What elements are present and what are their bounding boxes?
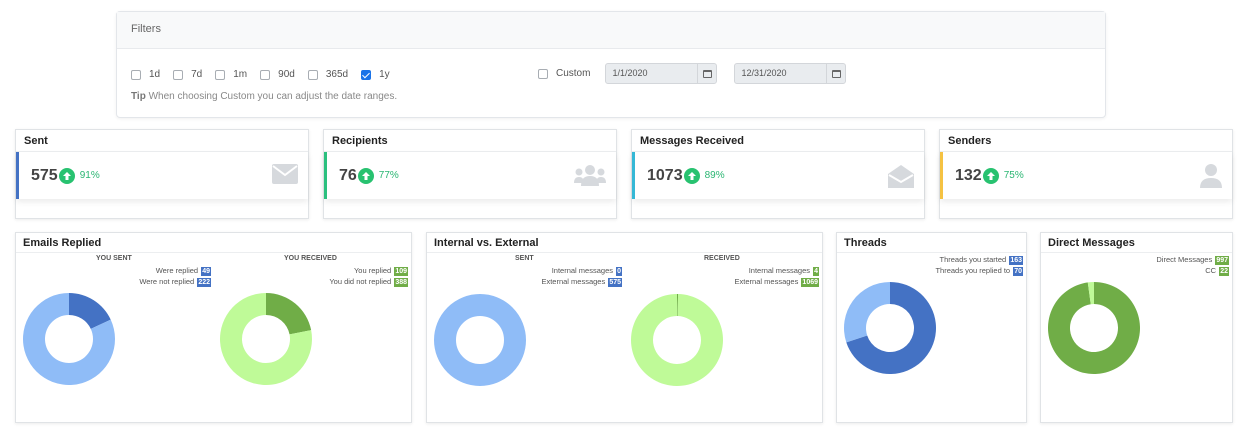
option-1y[interactable]: 1y [361,69,390,80]
range-options: 1d 7d 1m 90d 365d 1y [131,69,403,80]
option-365d[interactable]: 365d [307,69,348,80]
panel-title: Internal vs. External [427,233,822,253]
panel-threads: Threads Threads you started 163 Threads … [836,232,1027,423]
stat-percent: 91% [79,170,100,181]
donut-sent [434,294,526,386]
option-custom[interactable]: Custom [538,68,590,79]
legend-you-did-not-reply: You did not replied 388 [329,277,408,287]
donut-direct [1048,282,1140,374]
tip-text: Tip When choosing Custom you can adjust … [131,91,398,102]
donut-you-received [220,293,312,385]
stat-percent: 89% [704,170,725,181]
checkbox[interactable] [538,68,548,79]
option-1m[interactable]: 1m [215,69,247,80]
card-title: Messages Received [632,130,924,152]
option-90d[interactable]: 90d [260,69,295,80]
legend-threads-started: Threads you started 163 [939,255,1023,265]
card-senders: Senders 132 75% [939,129,1233,219]
legend-sent-external: External messages 575 [541,277,622,287]
card-title: Senders [940,130,1232,152]
card-recipients: Recipients 76 77% [323,129,617,219]
arrow-up-icon [683,167,700,184]
start-date-input[interactable]: 1/1/2020 [605,63,718,84]
legend-received-external: External messages 1069 [734,277,819,287]
column-heading: YOU RECEIVED [284,255,337,262]
donut-received [631,294,723,386]
arrow-up-icon [357,167,374,184]
checkbox[interactable] [173,69,184,80]
custom-range: Custom 1/1/2020 12/31/2020 [538,63,863,84]
checkbox[interactable] [215,69,226,80]
legend-cc: CC 22 [1205,266,1229,276]
card-sent: Sent 575 91% [15,129,309,219]
stat-percent: 75% [1003,170,1024,181]
card-title: Sent [16,130,308,152]
donut-slice [434,294,526,386]
stat-value: 76 [339,166,357,184]
legend-sent-internal: Internal messages 0 [551,266,622,276]
panel-title: Emails Replied [16,233,411,253]
legend-were-not-replied: Were not replied 222 [139,277,211,287]
column-heading: RECEIVED [704,255,740,262]
donut-slice [631,294,723,386]
legend-received-internal: Internal messages 4 [748,266,819,276]
option-7d[interactable]: 7d [173,69,202,80]
donut-slice [266,293,312,335]
stat-value: 575 [31,166,58,184]
option-1d[interactable]: 1d [131,69,160,80]
calendar-icon[interactable] [697,64,716,83]
donut-slice [844,282,890,343]
arrow-up-icon [982,167,999,184]
legend-threads-replied: Threads you replied to 70 [935,266,1023,276]
stat-value: 1073 [647,166,683,184]
column-heading: YOU SENT [96,255,132,262]
legend-were-replied: Were replied 49 [155,266,211,276]
envelope-icon [272,164,298,189]
legend-direct: Direct Messages 997 [1156,255,1229,265]
arrow-up-icon [58,167,75,184]
donut-you-sent [23,293,115,385]
card-title: Recipients [324,130,616,152]
panel-title: Threads [837,233,1026,253]
panel-internal-external: Internal vs. External SENT Internal mess… [426,232,823,423]
checkbox[interactable] [307,69,318,80]
calendar-icon[interactable] [826,64,845,83]
legend-you-replied: You replied 109 [353,266,408,276]
envelope-open-icon [888,164,914,193]
filters-panel: Filters 1d 7d 1m 90d 365d 1y Custom 1/1/… [116,11,1106,118]
card-messages-received: Messages Received 1073 89% [631,129,925,219]
users-icon [574,164,606,191]
filters-title: Filters [117,12,1105,49]
checkbox-checked[interactable] [361,69,372,80]
checkbox[interactable] [260,69,271,80]
checkbox[interactable] [131,69,141,80]
end-date-input[interactable]: 12/31/2020 [734,63,847,84]
panel-emails-replied: Emails Replied YOU SENT Were replied 49 … [15,232,412,423]
donut-threads [844,282,936,374]
panel-direct-messages: Direct Messages Direct Messages 997 CC 2… [1040,232,1233,423]
stat-percent: 77% [378,170,399,181]
panel-title: Direct Messages [1041,233,1232,253]
column-heading: SENT [515,255,534,262]
user-icon [1200,164,1222,193]
stat-value: 132 [955,166,982,184]
